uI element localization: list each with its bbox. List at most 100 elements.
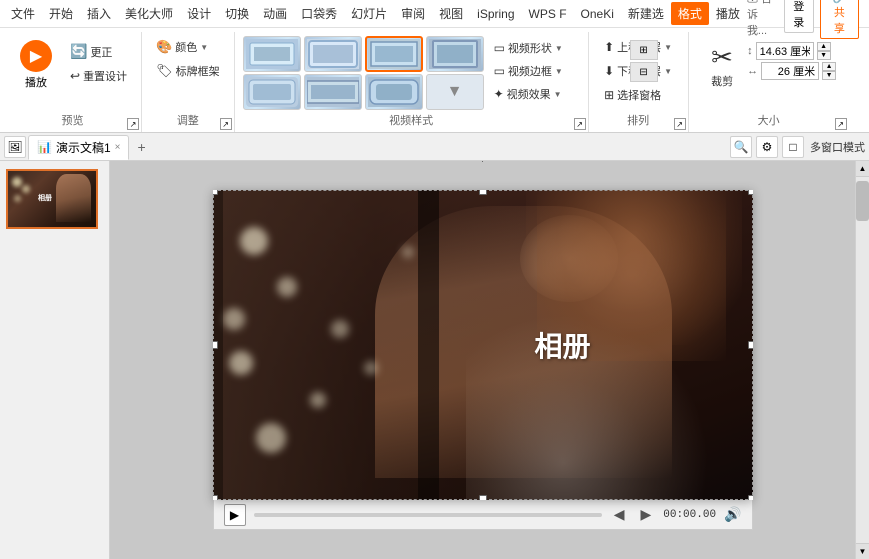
height-input[interactable] xyxy=(756,42,814,60)
video-style-4[interactable] xyxy=(426,36,484,72)
window-icon-btn[interactable]: □ xyxy=(782,136,804,158)
reset-icon: ↩ xyxy=(70,69,80,83)
video-style-2[interactable] xyxy=(304,36,362,72)
ribbon-group-video-styles: ▼ ▭ 视频形状 ▼ ▭ 视频边框 ▼ ✦ 视频效果 xyxy=(235,32,589,132)
arrange-group-label: 排列 xyxy=(627,112,649,128)
main-area: 1 相册 xyxy=(0,161,869,559)
menu-item-newbuild[interactable]: 新建选 xyxy=(621,2,671,25)
distribute-icon: ⊟ xyxy=(639,67,647,78)
video-shape-button[interactable]: ▭ 视频形状 ▼ xyxy=(490,38,580,58)
slide-video-area: 相册 xyxy=(213,190,753,500)
width-up-btn[interactable]: ▲ xyxy=(822,62,836,71)
video-play-button[interactable]: ▶ xyxy=(224,504,246,526)
video-style-5[interactable] xyxy=(243,74,301,110)
video-style-7[interactable] xyxy=(365,74,423,110)
ribbon-group-adjust: 🎨 颜色 ▼ 🏷 标牌框架 调整 ↗ xyxy=(142,32,235,132)
multi-window-label: 多窗口模式 xyxy=(810,139,865,155)
align-icon: ⊞ xyxy=(639,45,647,56)
tab-label: 演示文稿1 xyxy=(56,139,111,156)
tab-bar: 🖼 📊 演示文稿1 × + 🔍 ⚙ □ 多窗口模式 xyxy=(0,133,869,161)
video-controls-bar: ▶ ◀ ▶ 00:00.00 🔊 xyxy=(213,500,753,530)
video-style-6[interactable] xyxy=(304,74,362,110)
crop-icon: ✂ xyxy=(711,42,733,73)
size-expand-icon[interactable]: ↗ xyxy=(835,118,847,130)
scrollbar-thumb[interactable] xyxy=(856,181,869,221)
move-down-icon: ⬇ xyxy=(604,64,614,78)
prev-frame-button[interactable]: ◀ xyxy=(610,504,629,525)
menu-item-pocket[interactable]: 口袋秀 xyxy=(294,2,344,25)
menu-item-slideshow[interactable]: 幻灯片 xyxy=(344,2,394,25)
video-border-button[interactable]: ▭ 视频边框 ▼ xyxy=(490,61,580,81)
play-icon: ▶ xyxy=(20,40,52,72)
tab-add-button[interactable]: + xyxy=(131,136,151,158)
height-row: ↕ ▲ ▼ xyxy=(747,42,836,60)
slide-nav-icon[interactable]: 🖼 xyxy=(4,136,26,158)
menu-item-review[interactable]: 审阅 xyxy=(394,2,432,25)
scroll-down-btn[interactable]: ▼ xyxy=(856,543,869,559)
slides-panel: 1 相册 xyxy=(0,161,110,559)
frame-button[interactable]: 🏷 标牌框架 xyxy=(150,60,226,82)
ppt-icon: 📊 xyxy=(37,140,52,154)
slide-container: 相册 xyxy=(213,190,753,500)
menu-item-wpsf[interactable]: WPS F xyxy=(522,4,574,24)
height-up-btn[interactable]: ▲ xyxy=(817,42,831,51)
adjust-group-label: 调整 xyxy=(177,112,199,128)
up-dropdown: ▼ xyxy=(664,43,672,52)
color-dropdown-arrow: ▼ xyxy=(200,43,208,52)
video-style-1[interactable] xyxy=(243,36,301,72)
video-effect-button[interactable]: ✦ 视频效果 ▼ xyxy=(490,84,580,104)
menu-item-format[interactable]: 格式 xyxy=(671,2,709,25)
width-down-btn[interactable]: ▼ xyxy=(822,71,836,80)
video-style-3[interactable] xyxy=(365,36,423,72)
settings-icon-btn[interactable]: ⚙ xyxy=(756,136,778,158)
ribbon-group-size: ✂ 裁剪 ↕ ▲ ▼ ↔ ▲ ▼ xyxy=(689,32,849,132)
slide-thumb-inner: 相册 xyxy=(8,171,96,227)
align-button[interactable]: ⊞ xyxy=(630,40,658,60)
menu-item-transition[interactable]: 切换 xyxy=(218,2,256,25)
tab-presentation[interactable]: 📊 演示文稿1 × xyxy=(28,135,129,160)
menu-item-oneki[interactable]: OneKi xyxy=(574,4,621,24)
adjust-expand-icon[interactable]: ↗ xyxy=(220,118,232,130)
time-display: 00:00.00 xyxy=(663,509,716,521)
play-button[interactable]: ▶ 播放 xyxy=(12,36,60,94)
menu-item-ispring[interactable]: iSpring xyxy=(470,4,521,24)
ribbon-group-preview: ▶ 播放 🔄 更正 ↩ 重置设计 预览 ↗ xyxy=(4,32,142,132)
select-pane-button[interactable]: ⊞ 选择窗格 xyxy=(598,84,667,106)
ribbon: ▶ 播放 🔄 更正 ↩ 重置设计 预览 ↗ 🎨 颜色 ▼ xyxy=(0,28,869,133)
menu-item-playback[interactable]: 播放 xyxy=(709,2,747,25)
frame-icon: 🏷 xyxy=(156,63,173,79)
slide-thumbnail[interactable]: 相册 xyxy=(6,169,98,229)
scroll-up-btn[interactable]: ▲ xyxy=(856,161,869,177)
width-input[interactable] xyxy=(761,62,819,80)
menu-item-view[interactable]: 视图 xyxy=(432,2,470,25)
color-button[interactable]: 🎨 颜色 ▼ xyxy=(150,36,214,58)
distribute-button[interactable]: ⊟ xyxy=(630,62,658,82)
right-scrollbar[interactable]: ▲ ▼ xyxy=(855,161,869,559)
video-style-8[interactable]: ▼ xyxy=(426,74,484,110)
progress-bar[interactable] xyxy=(254,513,602,517)
crop-button[interactable]: ✂ 裁剪 xyxy=(701,36,743,95)
tab-close-btn[interactable]: × xyxy=(115,142,121,153)
tab-right-controls: 🔍 ⚙ □ 多窗口模式 xyxy=(730,136,865,158)
menu-item-file[interactable]: 文件 xyxy=(4,2,42,25)
menu-item-start[interactable]: 开始 xyxy=(42,2,80,25)
effect-dropdown: ▼ xyxy=(554,90,562,99)
scroll-up-icon: ▲ xyxy=(859,164,867,173)
arrange-expand-icon[interactable]: ↗ xyxy=(674,118,686,130)
update-button[interactable]: 🔄 更正 xyxy=(64,40,133,63)
menu-item-design[interactable]: 设计 xyxy=(180,2,218,25)
menu-item-beautify[interactable]: 美化大师 xyxy=(118,2,180,25)
reset-button[interactable]: ↩ 重置设计 xyxy=(64,65,133,87)
menu-item-animation[interactable]: 动画 xyxy=(256,2,294,25)
search-icon-btn[interactable]: 🔍 xyxy=(730,136,752,158)
height-down-btn[interactable]: ▼ xyxy=(817,51,831,60)
volume-button[interactable]: 🔊 xyxy=(724,506,741,523)
next-frame-button[interactable]: ▶ xyxy=(636,504,655,525)
down-dropdown: ▼ xyxy=(664,67,672,76)
preview-expand-icon[interactable]: ↗ xyxy=(127,118,139,130)
shape-dropdown: ▼ xyxy=(555,44,563,53)
login-button[interactable]: 登录 xyxy=(784,0,814,33)
move-up-icon: ⬆ xyxy=(604,40,614,54)
menu-item-insert[interactable]: 插入 xyxy=(80,2,118,25)
video-styles-expand-icon[interactable]: ↗ xyxy=(574,118,586,130)
